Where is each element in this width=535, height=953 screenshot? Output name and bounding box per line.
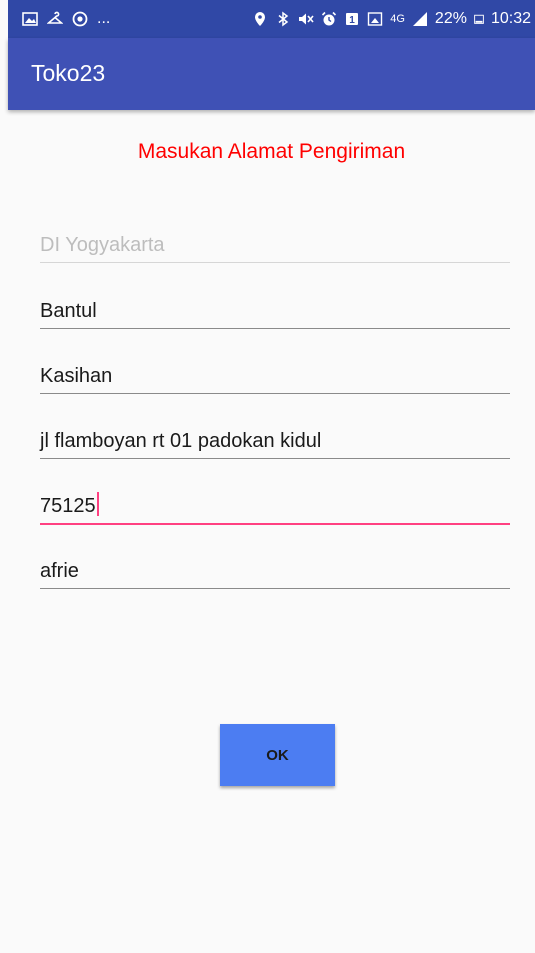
- name-field[interactable]: afrie: [40, 552, 510, 589]
- status-bar-right: 1 4G 22% 10:32: [252, 10, 531, 28]
- alarm-icon: [322, 11, 337, 26]
- chrome-icon: [72, 11, 88, 27]
- battery-percent: 22%: [434, 10, 467, 27]
- province-field[interactable]: DI Yogyakarta: [40, 226, 510, 263]
- district-value: Kasihan: [40, 365, 113, 387]
- postal-code-wrap: 75125: [40, 492, 99, 518]
- bluetooth-icon: [278, 11, 289, 27]
- gallery-icon: [22, 12, 38, 26]
- form-heading: Masukan Alamat Pengiriman: [137, 140, 406, 163]
- text-cursor: [96, 492, 99, 516]
- app-title: Toko23: [31, 60, 106, 86]
- network-type: 4G: [390, 13, 405, 25]
- address-field[interactable]: jl flamboyan rt 01 padokan kidul: [40, 422, 510, 459]
- status-time: 10:32: [490, 10, 531, 27]
- mute-icon: [299, 13, 314, 25]
- postal-code-value: 75125: [40, 495, 96, 517]
- status-overflow: ...: [97, 10, 111, 27]
- city-field[interactable]: Bantul: [40, 292, 510, 329]
- postal-code-field[interactable]: 75125: [40, 487, 510, 525]
- hanger-icon: [47, 11, 63, 24]
- ok-button[interactable]: OK: [220, 724, 335, 786]
- svg-text:1: 1: [349, 15, 355, 26]
- address-value: jl flamboyan rt 01 padokan kidul: [40, 430, 322, 452]
- battery-icon: [474, 14, 484, 24]
- screenshot-icon: [368, 12, 383, 26]
- province-placeholder: DI Yogyakarta: [40, 234, 165, 256]
- location-icon: [255, 12, 266, 26]
- city-value: Bantul: [40, 300, 97, 322]
- status-bar: ... 1 4G 22% 10:32: [8, 0, 535, 38]
- app-bar: Toko23: [8, 38, 535, 110]
- status-bar-left: ...: [22, 10, 110, 28]
- district-field[interactable]: Kasihan: [40, 357, 510, 394]
- sim-icon: 1: [346, 13, 359, 26]
- signal-icon: [412, 12, 427, 26]
- name-value: afrie: [40, 560, 79, 582]
